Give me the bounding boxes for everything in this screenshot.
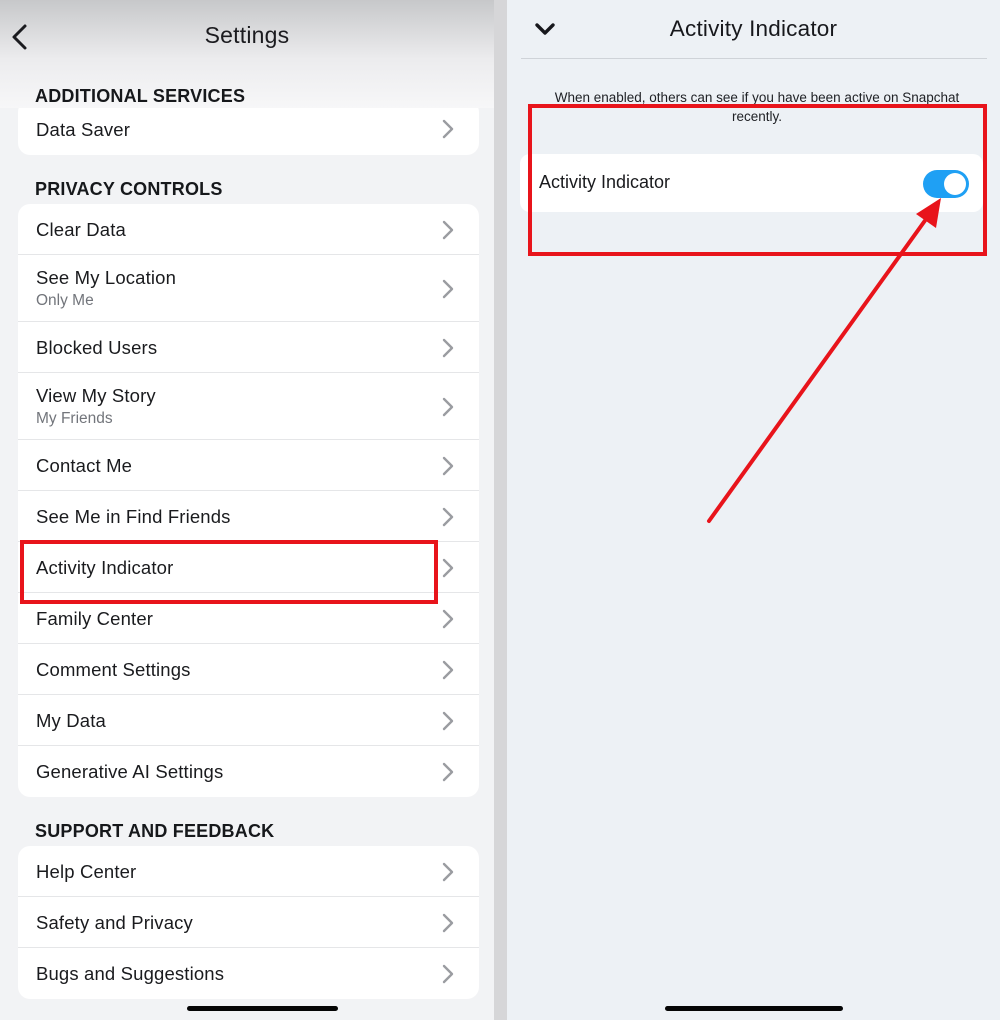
- page-title: Activity Indicator: [669, 16, 838, 41]
- chevron-right-icon: [442, 456, 454, 476]
- chevron-right-icon: [442, 660, 454, 680]
- header-divider: [521, 58, 987, 59]
- row-sublabel: My Friends: [36, 410, 113, 427]
- row-label: Data Saver: [36, 119, 131, 140]
- row-label: Contact Me: [36, 455, 133, 476]
- row-label: Help Center: [36, 861, 137, 882]
- settings-row-generative-ai-settings[interactable]: Generative AI Settings: [18, 746, 479, 797]
- chevron-right-icon: [442, 119, 454, 139]
- section-header-support-and-feedback: SUPPORT AND FEEDBACK: [35, 821, 275, 841]
- home-indicator[interactable]: [187, 1006, 338, 1011]
- settings-row-see-my-location[interactable]: See My Location Only Me: [18, 255, 479, 322]
- row-label: Comment Settings: [36, 659, 191, 680]
- chevron-right-icon: [442, 507, 454, 527]
- section-header-additional-services: ADDITIONAL SERVICES: [35, 86, 246, 106]
- home-indicator[interactable]: [665, 1006, 843, 1011]
- settings-screen: Data Saver Settings ADDITIONAL SERVICES …: [0, 0, 494, 1020]
- page-title: Settings: [204, 22, 290, 48]
- chevron-right-icon: [442, 220, 454, 240]
- chevron-right-icon: [442, 913, 454, 933]
- highlight-box-toggle-area: [528, 104, 987, 256]
- settings-row-help-center[interactable]: Help Center: [18, 846, 479, 897]
- row-label: Safety and Privacy: [36, 912, 193, 933]
- row-label: Blocked Users: [36, 337, 158, 358]
- settings-row-bugs-and-suggestions[interactable]: Bugs and Suggestions: [18, 948, 479, 999]
- settings-row-clear-data[interactable]: Clear Data: [18, 204, 479, 255]
- row-label: See Me in Find Friends: [36, 506, 231, 527]
- chevron-right-icon: [442, 279, 454, 299]
- row-label: Generative AI Settings: [36, 761, 224, 782]
- row-label: See My Location: [36, 267, 177, 288]
- chevron-right-icon: [442, 711, 454, 731]
- row-label: View My Story: [36, 385, 156, 406]
- activity-indicator-header: Activity Indicator: [507, 0, 1000, 58]
- additional-services-card: Data Saver: [18, 100, 479, 155]
- support-feedback-card: Help Center Safety and Privacy Bugs and …: [18, 846, 479, 999]
- row-sublabel: Only Me: [36, 292, 94, 309]
- settings-row-data-saver[interactable]: Data Saver: [18, 100, 479, 155]
- settings-row-blocked-users[interactable]: Blocked Users: [18, 322, 479, 373]
- chevron-right-icon: [442, 397, 454, 417]
- settings-row-see-me-in-find-friends[interactable]: See Me in Find Friends: [18, 491, 479, 542]
- chevron-right-icon: [442, 558, 454, 578]
- chevron-right-icon: [442, 762, 454, 782]
- section-header-privacy-controls: PRIVACY CONTROLS: [35, 179, 223, 199]
- privacy-controls-card: Clear Data See My Location Only Me Block…: [18, 204, 479, 797]
- settings-row-view-my-story[interactable]: View My Story My Friends: [18, 373, 479, 440]
- chevron-right-icon: [442, 862, 454, 882]
- settings-row-contact-me[interactable]: Contact Me: [18, 440, 479, 491]
- settings-row-my-data[interactable]: My Data: [18, 695, 479, 746]
- row-label: Family Center: [36, 608, 154, 629]
- settings-row-comment-settings[interactable]: Comment Settings: [18, 644, 479, 695]
- settings-row-safety-and-privacy[interactable]: Safety and Privacy: [18, 897, 479, 948]
- chevron-right-icon: [442, 609, 454, 629]
- settings-header: Settings ADDITIONAL SERVICES: [0, 0, 494, 108]
- chevron-right-icon: [442, 338, 454, 358]
- row-label: My Data: [36, 710, 106, 731]
- row-label: Clear Data: [36, 219, 126, 240]
- row-label: Bugs and Suggestions: [36, 963, 225, 984]
- chevron-right-icon: [442, 964, 454, 984]
- highlight-box-activity-indicator-row: [20, 540, 438, 604]
